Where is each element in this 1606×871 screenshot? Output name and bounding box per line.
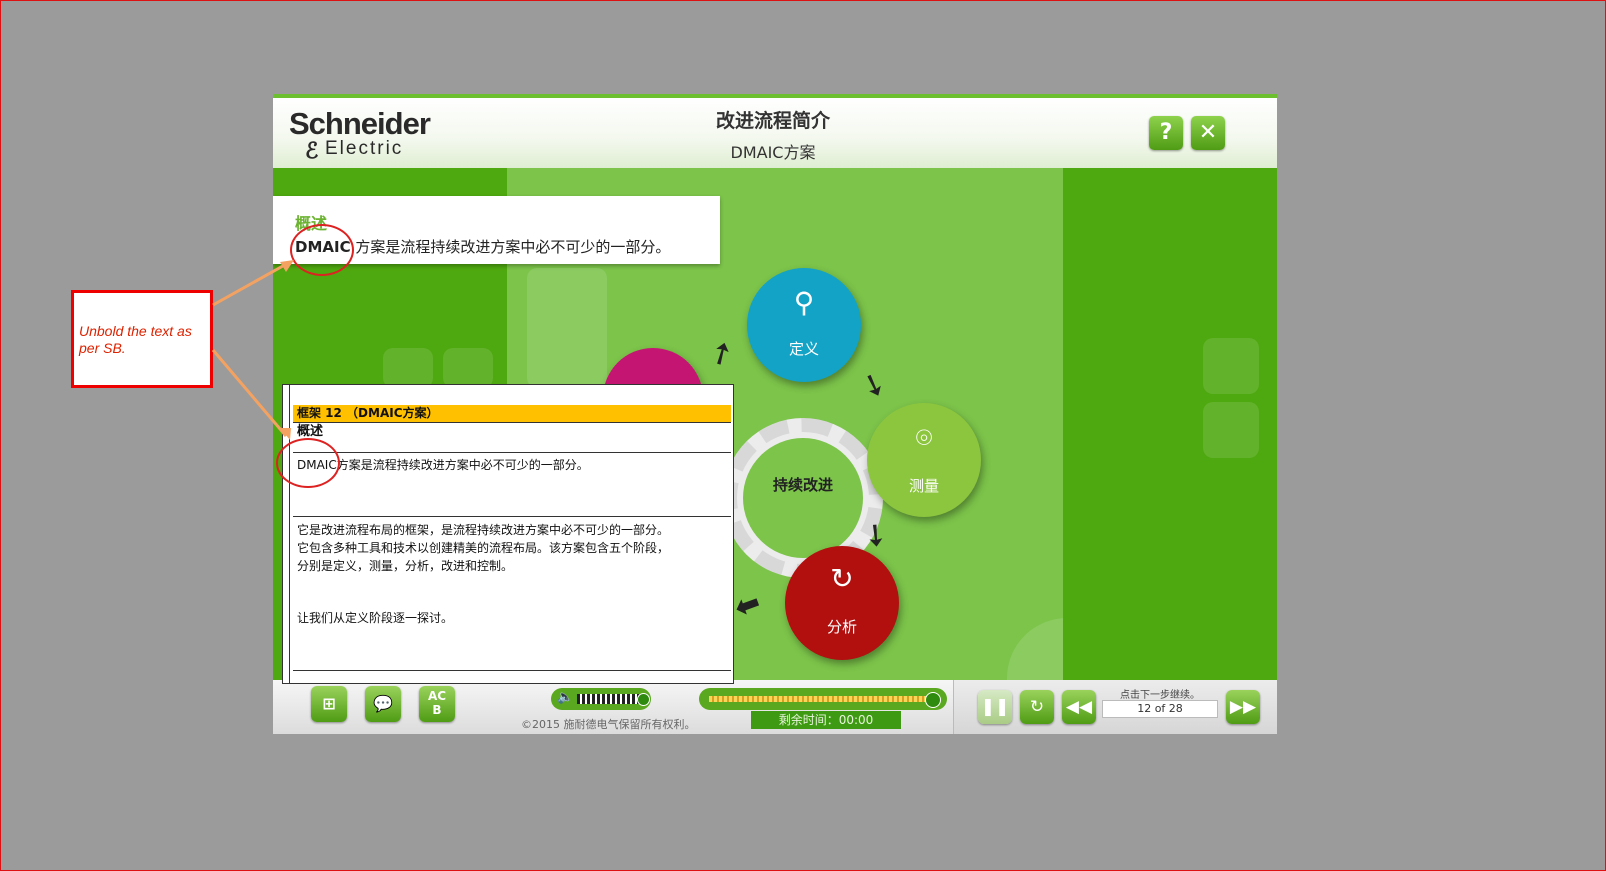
annotation-arrows — [211, 260, 294, 440]
arrowhead-icon — [280, 428, 291, 440]
annotation-arrow — [212, 260, 291, 307]
annotation-arrow — [211, 349, 288, 437]
